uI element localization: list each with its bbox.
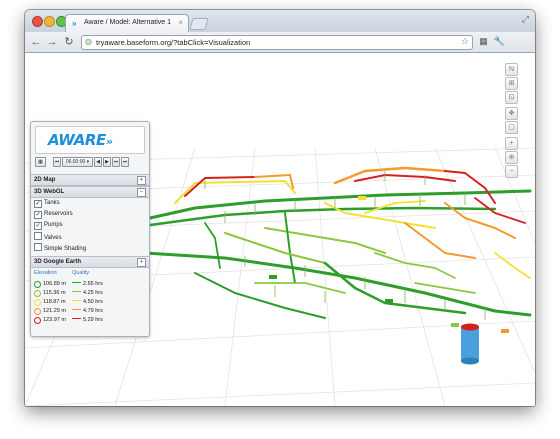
- layer-pumps[interactable]: ✓ Pumps: [34, 221, 63, 230]
- tab-title: Aware / Model: Alternative 1: [84, 19, 172, 26]
- view-grid-button[interactable]: ⊞: [505, 77, 518, 90]
- fullscreen-icon[interactable]: ⤢: [522, 14, 529, 25]
- water-tank: [461, 323, 479, 365]
- elevation-swatch-icon: [34, 290, 41, 297]
- layer-reservoirs[interactable]: ✓ Reservoirs: [34, 210, 73, 219]
- extension-icon[interactable]: ▦: [477, 35, 490, 48]
- layer-valves[interactable]: Valves: [34, 232, 62, 241]
- minimize-window-button[interactable]: [44, 16, 55, 27]
- browser-window: » Aware / Model: Alternative 1 × ⤢ ← → ↻…: [25, 10, 535, 406]
- elevation-swatch-icon: [34, 317, 41, 324]
- elevation-swatch-icon: [34, 299, 41, 306]
- legend-row: 118.87 m 4.50 hrs: [34, 298, 144, 306]
- calendar-icon[interactable]: ▦: [35, 157, 46, 167]
- quality-swatch-icon: [72, 300, 81, 301]
- close-tab-icon[interactable]: ×: [178, 18, 183, 27]
- expand-icon[interactable]: +: [137, 176, 146, 185]
- view-frame-button[interactable]: ⊡: [505, 91, 518, 104]
- quality-swatch-icon: [72, 309, 81, 310]
- play-button[interactable]: ▶: [103, 157, 111, 167]
- section-3d-webgl[interactable]: 3D WebGL −: [31, 186, 149, 198]
- logo-text: AWARE»: [48, 131, 113, 149]
- quality-swatch-icon: [72, 318, 81, 319]
- new-tab-button[interactable]: [189, 18, 209, 30]
- collapse-icon[interactable]: −: [137, 188, 146, 197]
- simple-shading-checkbox[interactable]: [34, 243, 42, 251]
- pan-control-button[interactable]: ✥: [505, 107, 518, 120]
- north-compass-button[interactable]: N: [505, 63, 518, 76]
- quality-swatch-icon: [72, 282, 81, 283]
- pumps-checkbox[interactable]: ✓: [34, 222, 42, 230]
- time-select[interactable]: 06:00:00 ▾: [62, 157, 93, 167]
- step-forward-button[interactable]: ⏭: [112, 157, 120, 167]
- legend: Elevation Quality 106.89 m 2.65 hrs 115.…: [34, 270, 146, 332]
- legend-row: 123.97 m 5.29 hrs: [34, 316, 144, 324]
- quality-header: Quality: [72, 270, 90, 276]
- back-button[interactable]: ←: [29, 35, 43, 49]
- legend-row: 106.89 m 2.65 hrs: [34, 280, 144, 288]
- aware-logo: AWARE»: [35, 126, 145, 154]
- elevation-swatch-icon: [34, 281, 41, 288]
- map-navigation-controls: N ⊞ ⊡ ✥ ▢ + ⊕ −: [505, 63, 519, 179]
- elevation-header: Elevation: [34, 270, 57, 276]
- expand-icon[interactable]: +: [137, 258, 146, 267]
- visualization-viewport[interactable]: N ⊞ ⊡ ✥ ▢ + ⊕ − AWARE» ▦ ⏮ 06:00:00 ▾ ◀ …: [25, 53, 535, 406]
- url-text: tryaware.baseform.org/?tabClick=Visualiz…: [96, 38, 251, 47]
- elevation-swatch-icon: [34, 308, 41, 315]
- legend-row: 121.29 m 4.79 hrs: [34, 307, 144, 315]
- zoom-in-button[interactable]: +: [505, 137, 518, 150]
- tab-strip: » Aware / Model: Alternative 1 × ⤢: [25, 10, 535, 33]
- address-bar[interactable]: ◍ tryaware.baseform.org/?tabClick=Visual…: [81, 35, 473, 50]
- aware-control-panel: AWARE» ▦ ⏮ 06:00:00 ▾ ◀ ▶ ⏭ ⏭ 2D Map + 3…: [30, 121, 150, 337]
- layer-simple-shading[interactable]: Simple Shading: [34, 243, 86, 252]
- legend-row: 115.36 m 4.25 hrs: [34, 289, 144, 297]
- reset-view-button[interactable]: ▢: [505, 121, 518, 134]
- zoom-out-button[interactable]: −: [505, 165, 518, 178]
- zoom-target-button[interactable]: ⊕: [505, 151, 518, 164]
- section-3d-google-earth[interactable]: 3D Google Earth +: [31, 256, 149, 268]
- reservoirs-checkbox[interactable]: ✓: [34, 211, 42, 219]
- tanks-checkbox[interactable]: ✓: [34, 200, 42, 208]
- time-controls: ▦ ⏮ 06:00:00 ▾ ◀ ▶ ⏭ ⏭: [35, 156, 147, 168]
- step-back-button[interactable]: ◀: [94, 157, 102, 167]
- section-2d-map[interactable]: 2D Map +: [31, 174, 149, 186]
- bookmark-star-icon[interactable]: ☆: [461, 36, 469, 47]
- page-info-icon: ◍: [85, 37, 92, 46]
- close-window-button[interactable]: [32, 16, 43, 27]
- browser-toolbar: ← → ↻ ◍ tryaware.baseform.org/?tabClick=…: [25, 32, 535, 53]
- quality-swatch-icon: [72, 291, 81, 292]
- rewind-button[interactable]: ⏮: [53, 157, 61, 167]
- layer-tanks[interactable]: ✓ Tanks: [34, 199, 60, 208]
- fast-forward-button[interactable]: ⏭: [121, 157, 129, 167]
- valves-checkbox[interactable]: [34, 232, 42, 240]
- reload-button[interactable]: ↻: [62, 35, 76, 49]
- browser-tab[interactable]: » Aware / Model: Alternative 1 ×: [65, 14, 189, 33]
- forward-button[interactable]: →: [45, 35, 59, 49]
- pipe-network: [143, 166, 532, 319]
- wrench-menu-icon[interactable]: 🔧: [493, 35, 506, 48]
- aware-favicon-icon: »: [72, 19, 77, 28]
